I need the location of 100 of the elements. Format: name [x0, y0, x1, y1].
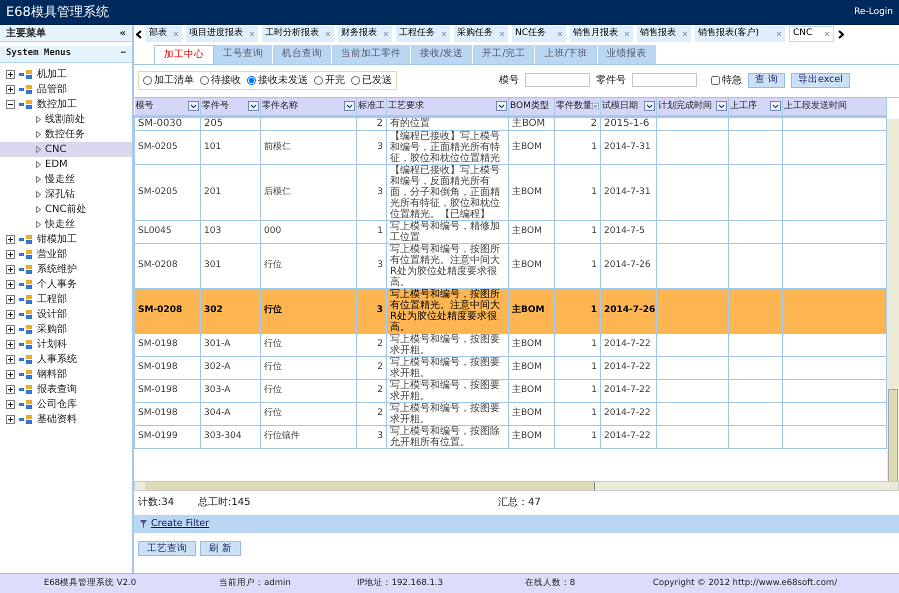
tree-item[interactable]: 钢料部	[37, 367, 67, 382]
sidebar-title: 主要菜单	[6, 26, 46, 40]
tree-item[interactable]: 数控任务	[0, 127, 132, 142]
tree-item[interactable]: 设计部	[37, 307, 67, 322]
expand-icon[interactable]	[6, 400, 15, 409]
collapse-button[interactable]: «	[120, 26, 126, 40]
tab[interactable]: 采购任务	[454, 26, 508, 42]
expand-icon[interactable]	[6, 325, 15, 334]
tree-item[interactable]: 营业部	[37, 247, 67, 262]
tree-item[interactable]: CNC前处	[0, 202, 132, 217]
tab[interactable]: 开工/完工	[473, 45, 536, 64]
tab[interactable]: 机台查询	[273, 45, 332, 64]
tree-item[interactable]: 人事系统	[37, 352, 77, 367]
table-row[interactable]: SM-0205 201 后模仁 3 【编程已接收】写上模号和编号，反面精光所有面，分子和倒角，正面精光所有特征，胶位和枕位位置精光。【已编程】 主BOM 1 2014-7-31	[134, 164, 886, 220]
tab[interactable]: 业绩报表	[598, 45, 657, 64]
radio-label[interactable]: 待接收	[211, 72, 241, 88]
tab[interactable]: 接收/发送	[411, 45, 474, 64]
expand-icon[interactable]	[6, 355, 15, 364]
tree-item[interactable]: 公司仓库	[37, 397, 77, 412]
expand-icon[interactable]	[6, 85, 15, 94]
table-cell: 主BOM	[512, 186, 542, 196]
tree-item[interactable]: 线割前处	[0, 112, 132, 127]
tree-item[interactable]: 深孔钻	[0, 187, 132, 202]
checkbox[interactable]	[711, 76, 720, 84]
table-cell: 2014-7-5	[604, 226, 645, 236]
table-cell: 303-304	[204, 431, 242, 441]
table-cell: 1	[377, 226, 383, 236]
tree-item[interactable]: 计划科	[37, 337, 67, 352]
radio-button[interactable]	[314, 76, 323, 84]
tab[interactable]: 销售报表(客户)	[695, 26, 785, 42]
tab[interactable]: 工时分析报表	[262, 26, 334, 42]
expand-icon[interactable]	[6, 250, 15, 259]
tab[interactable]: CNC	[789, 26, 834, 42]
expand-icon[interactable]	[6, 235, 15, 244]
tree-item[interactable]: 机加工	[37, 67, 67, 82]
toolbar-button[interactable]: 工艺查询	[138, 541, 196, 556]
expand-icon[interactable]	[6, 70, 15, 79]
collapse-icon[interactable]	[6, 100, 15, 109]
close-icon	[441, 31, 447, 37]
table-cell: 2014-7-22	[604, 385, 651, 395]
tab[interactable]: 销售月报表	[570, 26, 633, 42]
export-button[interactable]: 导出excel	[791, 72, 850, 88]
tab[interactable]: 项目进度报表	[186, 26, 258, 42]
tree-item[interactable]: 个人事务	[37, 277, 77, 292]
tab[interactable]: 工号查询	[214, 45, 273, 64]
create-filter-link[interactable]: Create Filter	[151, 516, 210, 532]
window-title: E68模具管理系统	[5, 4, 109, 22]
tab[interactable]: 财务报表	[338, 26, 392, 42]
table-cell: 1	[590, 305, 597, 315]
input-field[interactable]	[525, 73, 590, 87]
tree-item[interactable]: 钳模加工	[37, 232, 77, 247]
tab[interactable]: NC任务	[512, 26, 566, 42]
table-row[interactable]: SM-0030 205 2 有的位置 主BOM 2 2015-1-6	[134, 116, 886, 130]
expand-icon[interactable]	[6, 280, 15, 289]
close-icon	[682, 31, 688, 37]
tree-item[interactable]: 报表查询	[37, 382, 77, 397]
radio-button[interactable]	[351, 76, 360, 84]
horizontal-scrollbar[interactable]	[134, 481, 899, 491]
expand-icon[interactable]	[6, 295, 15, 304]
relogin-link[interactable]: Re-Login	[854, 6, 899, 20]
tree-item[interactable]: EDM	[0, 157, 132, 172]
search-button[interactable]: 查 询	[748, 72, 786, 88]
expand-icon[interactable]	[6, 340, 15, 349]
tree-item[interactable]: 工程部	[37, 292, 67, 307]
tab[interactable]: 加工中心	[154, 45, 214, 64]
tree-item[interactable]: 采购部	[37, 322, 67, 337]
radio-label[interactable]: 开完	[325, 72, 345, 88]
tab[interactable]: 工程任务	[396, 26, 450, 42]
tree-item[interactable]: CNC	[0, 142, 132, 157]
expand-icon[interactable]	[6, 385, 15, 394]
close-icon	[173, 31, 179, 37]
tree-item[interactable]: 数控加工	[37, 97, 77, 112]
tab[interactable]: 销售报表	[637, 26, 691, 42]
checkbox-label[interactable]: 特急	[722, 72, 742, 88]
expand-icon[interactable]	[6, 265, 15, 274]
radio-button[interactable]	[200, 76, 209, 84]
table-row[interactable]: SM-0205 101 前模仁 3 【编程已接收】写上模号和编号，正面精光所有特征，胶位和枕位位置精光 主BOM 1 2014-7-31	[134, 130, 886, 164]
radio-button[interactable]	[247, 76, 256, 84]
tree-item[interactable]: 慢走丝	[0, 172, 132, 187]
tree-item[interactable]: 品管部	[37, 82, 67, 97]
table-cell: 101	[204, 142, 222, 152]
radio-label[interactable]: 已发送	[362, 72, 392, 88]
toolbar-button[interactable]: 刷 新	[200, 541, 242, 556]
tree-item[interactable]: 系统维护	[37, 262, 77, 277]
tree-item[interactable]: 基础资料	[37, 412, 77, 427]
vertical-scrollbar[interactable]	[887, 119, 899, 481]
summary-text: 汇总：47	[498, 496, 541, 510]
tree-item[interactable]: 快走丝	[0, 217, 132, 232]
radio-label[interactable]: 加工清单	[154, 72, 194, 88]
radio-button[interactable]	[143, 76, 152, 84]
expand-icon[interactable]	[6, 415, 15, 424]
input-field[interactable]	[632, 73, 697, 87]
tab[interactable]: 部表	[146, 26, 182, 42]
triangle-icon	[36, 161, 41, 168]
radio-label[interactable]: 接收未发送	[258, 72, 308, 88]
tab[interactable]: 当前加工零件	[332, 45, 411, 64]
expand-icon[interactable]	[6, 310, 15, 319]
section-toggle[interactable]: −	[120, 47, 126, 61]
expand-icon[interactable]	[6, 370, 15, 379]
tab[interactable]: 上班/下班	[535, 45, 598, 64]
